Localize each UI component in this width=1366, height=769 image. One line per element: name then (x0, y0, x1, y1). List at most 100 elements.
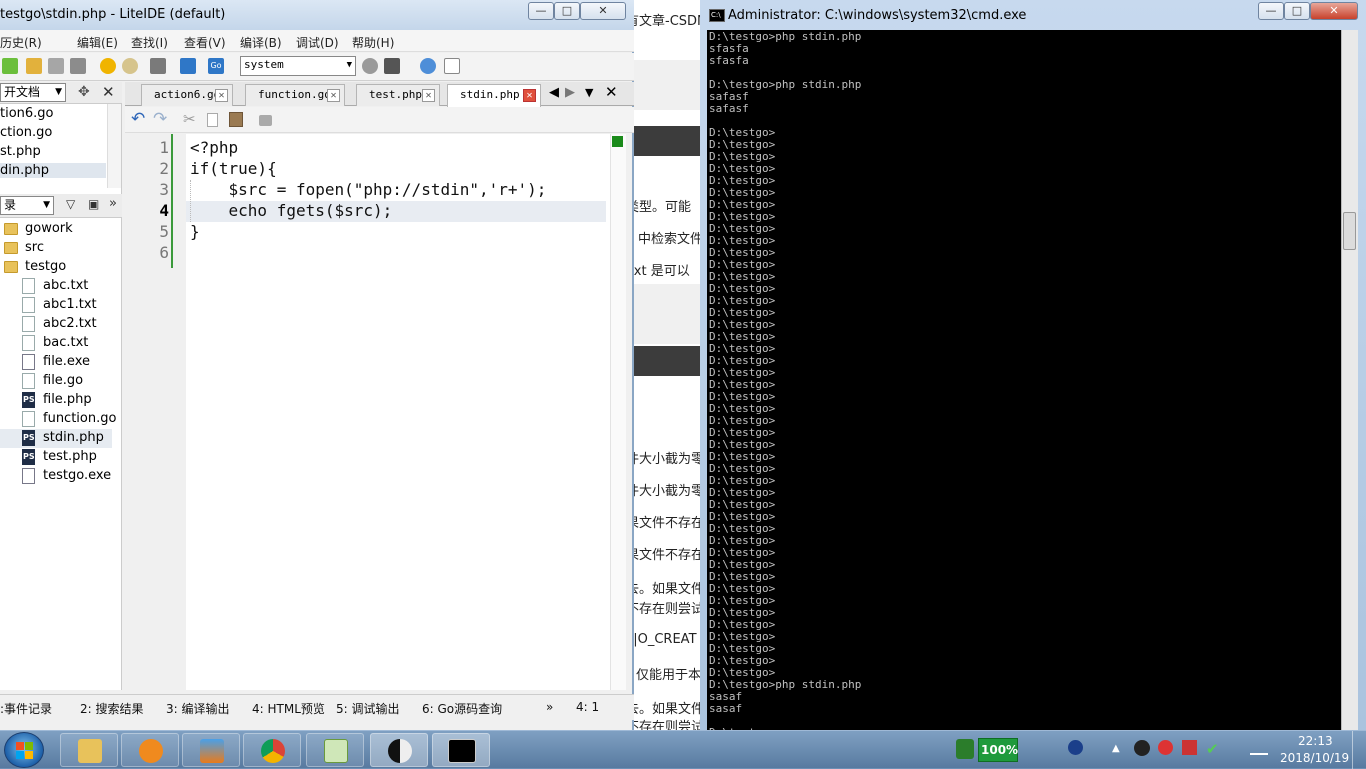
close-tab-icon[interactable]: ✕ (327, 89, 340, 102)
console-scroll-thumb[interactable] (1343, 212, 1356, 250)
tray-expand-icon[interactable]: ▲ (1112, 743, 1120, 754)
start-button[interactable] (4, 732, 44, 768)
menu-view[interactable]: 查看(V) (184, 34, 226, 51)
save-icon[interactable] (48, 58, 64, 74)
tree-item-src[interactable]: src (0, 239, 112, 258)
folders-select[interactable]: 录 ▼ (0, 196, 54, 215)
open-docs-select[interactable]: 开文档 ▼ (0, 83, 66, 102)
tab-action6-go[interactable]: action6.go ✕ (141, 84, 233, 106)
maximize-button[interactable]: □ (554, 2, 580, 20)
gear-icon[interactable] (420, 58, 436, 74)
open-doc-item-active[interactable]: din.php (0, 163, 106, 178)
taskbar-app[interactable] (182, 733, 240, 767)
tools-icon[interactable] (150, 58, 166, 74)
close-tab-icon[interactable]: ✕ (215, 89, 228, 102)
more-icon[interactable]: » (546, 700, 553, 714)
show-desktop-button[interactable] (1352, 731, 1366, 769)
tab-html-preview[interactable]: 4: HTML预览 (252, 700, 325, 717)
forward-icon[interactable] (122, 58, 138, 74)
cmd-maximize-button[interactable]: □ (1284, 2, 1310, 20)
go-icon[interactable]: Go (208, 58, 224, 74)
help-icon[interactable] (1068, 740, 1083, 755)
tree-item-test-php[interactable]: PS test.php (0, 448, 112, 467)
menu-find[interactable]: 查找(I) (131, 34, 168, 51)
more-icon[interactable]: » (109, 196, 117, 211)
tree-item-function-go[interactable]: function.go (0, 410, 116, 429)
close-editor-icon[interactable]: ✕ (605, 83, 618, 101)
new-file-icon[interactable] (2, 58, 18, 74)
tab-stdin-php[interactable]: stdin.php ✕ (447, 84, 541, 107)
tab-search-results[interactable]: 2: 搜索结果 (80, 700, 144, 717)
tab-go-source[interactable]: 6: Go源码查询 (422, 700, 502, 717)
tree-item-abc-txt[interactable]: abc.txt (0, 277, 112, 296)
taskbar-explorer[interactable] (60, 733, 118, 767)
paste-icon[interactable] (229, 112, 243, 127)
security-icon[interactable] (1158, 740, 1173, 755)
tree-item-bac-txt[interactable]: bac.txt (0, 334, 112, 353)
tree-item-file-go[interactable]: file.go (0, 372, 112, 391)
save-all-icon[interactable] (70, 58, 86, 74)
copy-icon[interactable] (207, 113, 218, 127)
editor-scrollbar[interactable] (610, 134, 626, 690)
open-docs-scrollbar[interactable] (107, 104, 121, 188)
tab-test-php[interactable]: test.php ✕ (356, 84, 440, 106)
refresh-icon[interactable] (362, 58, 378, 74)
signal-icon[interactable] (1250, 743, 1268, 755)
open-doc-item[interactable]: st.php (0, 144, 41, 159)
clock-date[interactable]: 2018/10/19 (1280, 751, 1349, 765)
redo-icon[interactable]: ↷ (153, 109, 167, 129)
taskbar-liteide[interactable] (370, 733, 428, 767)
menu-history[interactable]: 历史(R) (0, 34, 42, 51)
close-button[interactable]: ✕ (580, 2, 626, 20)
tree-item-file-exe[interactable]: file.exe (0, 353, 112, 372)
qq-icon[interactable] (1134, 740, 1150, 756)
blank-icon[interactable] (444, 58, 460, 74)
menu-debug[interactable]: 调试(D) (296, 34, 339, 51)
battery-badge[interactable]: 100% (978, 738, 1018, 762)
tab-debug-output[interactable]: 5: 调试输出 (336, 700, 400, 717)
tab-scroll-right-icon[interactable]: ▶ (565, 85, 575, 100)
taskbar-chrome[interactable] (243, 733, 301, 767)
shield-icon[interactable] (956, 739, 974, 759)
tree-item-abc1-txt[interactable]: abc1.txt (0, 296, 112, 315)
tree-item-abc2-txt[interactable]: abc2.txt (0, 315, 112, 334)
home-icon[interactable] (180, 58, 196, 74)
console-output[interactable]: D:\testgo>php stdin.php sfasfa sfasfa D:… (707, 30, 1341, 730)
check-icon[interactable]: ✔ (1206, 740, 1219, 758)
tree-item-stdin-php[interactable]: PS stdin.php (0, 429, 112, 448)
move-icon[interactable]: ✥ (78, 84, 90, 100)
open-doc-item[interactable]: ction.go (0, 125, 52, 140)
menu-edit[interactable]: 编辑(E) (77, 34, 118, 51)
taskbar-cmd[interactable] (432, 733, 490, 767)
tree-item-gowork[interactable]: gowork (0, 220, 112, 239)
terminal-icon[interactable] (384, 58, 400, 74)
close-tab-icon[interactable]: ✕ (523, 89, 536, 102)
tree-item-testgo-exe[interactable]: testgo.exe (0, 467, 112, 486)
tree-item-file-php[interactable]: PS file.php (0, 391, 112, 410)
tab-list-icon[interactable]: ▼ (585, 86, 593, 99)
console-scrollbar[interactable] (1341, 30, 1358, 730)
tab-scroll-left-icon[interactable]: ◀ (549, 85, 559, 100)
code-editor[interactable]: <?php if(true){ $src = fopen("php://stdi… (186, 134, 610, 690)
cut-icon[interactable]: ✂ (183, 110, 196, 128)
tab-build-output[interactable]: 3: 编译输出 (166, 700, 230, 717)
clock-time[interactable]: 22:13 (1298, 734, 1333, 748)
open-file-icon[interactable] (26, 58, 42, 74)
minimize-button[interactable]: — (528, 2, 554, 20)
window-icon[interactable]: ▣ (88, 197, 99, 211)
liteide-titlebar[interactable]: testgo\stdin.php - LiteIDE (default) — □… (0, 0, 634, 30)
taskbar-media[interactable] (121, 733, 179, 767)
open-doc-item[interactable]: tion6.go (0, 106, 54, 121)
build-env-select[interactable]: system ▼ (240, 56, 356, 76)
taskbar-notepad[interactable] (306, 733, 364, 767)
tab-function-go[interactable]: function.go ✕ (245, 84, 345, 106)
close-panel-icon[interactable]: ✕ (102, 83, 115, 101)
back-icon[interactable] (100, 58, 116, 74)
undo-icon[interactable]: ↶ (131, 109, 145, 129)
tree-item-testgo[interactable]: testgo (0, 258, 112, 277)
tab-event-log[interactable]: :事件记录 (0, 700, 52, 717)
lock-icon[interactable] (259, 115, 272, 126)
cmd-minimize-button[interactable]: — (1258, 2, 1284, 20)
close-tab-icon[interactable]: ✕ (422, 89, 435, 102)
cmd-close-button[interactable]: ✕ (1310, 2, 1358, 20)
